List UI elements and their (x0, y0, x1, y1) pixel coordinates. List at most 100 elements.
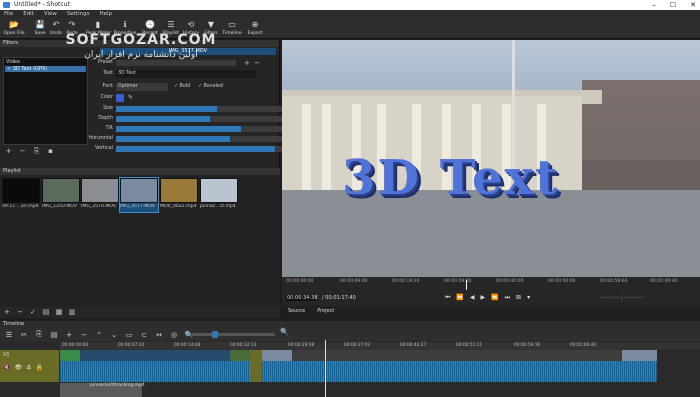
text-label: Text (103, 71, 113, 76)
filter-item-3d-text[interactable]: ✓ 3D Text (GPS) (5, 66, 86, 72)
clip-thumbnail (200, 178, 238, 203)
ruler-tick: 00:00:29:00 (444, 279, 472, 284)
zoom-icon[interactable]: ⊠ (516, 294, 521, 302)
folder-icon: 📂 (9, 20, 19, 29)
color-swatch[interactable] (116, 94, 124, 102)
playlist-item-selected[interactable]: IMG_3577.MOV (119, 177, 159, 213)
zoom-slider-knob[interactable] (212, 331, 218, 338)
skip-previous-icon[interactable]: ⏮ (445, 294, 450, 302)
play-icon[interactable]: ▶ (481, 294, 486, 302)
remove-preset-button[interactable]: − (254, 59, 260, 67)
close-button[interactable]: ✕ (690, 0, 696, 10)
track-header-v1: V1 🔇 👁 ⚓ 🔒 (0, 350, 59, 382)
timeline-playhead[interactable] (325, 340, 326, 397)
player-ruler[interactable]: 00:00:00:00 00:00:09:40 00:00:19:20 00:0… (282, 277, 700, 292)
timeline-menu-icon[interactable]: ☰ (4, 331, 14, 339)
menu-settings[interactable]: Settings (67, 10, 90, 19)
bold-checkbox[interactable]: ✓ Bold (174, 83, 190, 91)
playlist-item[interactable]: 09:11 ...on.mp4 (2, 178, 40, 212)
add-clip-button[interactable]: + (2, 308, 12, 317)
text-input[interactable]: 3D Text (116, 70, 256, 78)
clip-thumbnails (60, 350, 250, 361)
timeline-transition[interactable] (250, 350, 262, 382)
ruler-tick: 00:01:09:40 (650, 279, 678, 284)
beveled-checkbox[interactable]: ✓ Beveled (198, 83, 223, 91)
icons-view-button[interactable]: ▥ (67, 308, 77, 317)
export-icon: ⊕ (251, 20, 259, 29)
skip-next-icon[interactable]: ⏭ (505, 294, 510, 302)
menu-edit[interactable]: Edit (23, 10, 34, 19)
eyedropper-icon[interactable]: ✎ (128, 94, 133, 102)
split-icon[interactable]: ▭ (124, 331, 134, 339)
ruler-tick: 00:00:00:00 (286, 279, 314, 284)
timeline-clip-2[interactable]: pinnacle20tracking.mp4 (60, 383, 145, 397)
zoom-in-icon[interactable]: 🔍 (280, 328, 289, 336)
scene-column (322, 104, 331, 194)
timeline-icon: ▭ (228, 20, 236, 29)
preset-label: Preset (98, 60, 113, 65)
fast-forward-icon[interactable]: ⏩ (491, 294, 498, 302)
playlist-item[interactable]: pinnac...ct.mp4 (200, 178, 238, 212)
volume-icon[interactable]: ▾ (527, 294, 530, 302)
overwrite-icon[interactable]: ⌄ (109, 331, 119, 339)
mute-icon[interactable]: 🔇 (3, 364, 10, 371)
track-controls: 🔇 👁 ⚓ 🔒 (3, 364, 43, 371)
add-filter-button[interactable]: + (3, 147, 14, 156)
tab-source[interactable]: Source (288, 306, 305, 316)
scrub-icon[interactable]: ↔ (154, 331, 164, 339)
tiles-view-button[interactable]: ▦ (54, 308, 64, 317)
tab-project[interactable]: Project (317, 306, 334, 316)
lock-icon[interactable]: 🔒 (36, 364, 43, 371)
color-label: Color (100, 95, 113, 100)
details-view-button[interactable]: ▤ (41, 308, 51, 317)
rewind-icon[interactable]: ⏪ (456, 294, 463, 302)
timeline-tick: 00:00:44:27 (400, 343, 427, 348)
clip-thumbnails (262, 350, 657, 361)
playlist-item[interactable]: IMG_1250.MOV (42, 178, 80, 212)
playlist-item[interactable]: IMG_3570.MOV (81, 178, 119, 212)
menu-view[interactable]: View (44, 10, 57, 19)
font-dropdown[interactable]: Optimer (116, 83, 168, 91)
add-preset-button[interactable]: + (244, 59, 250, 67)
append-icon[interactable]: + (64, 331, 74, 339)
player-playhead[interactable] (466, 280, 467, 290)
deselect-filter-button[interactable]: ▪ (45, 147, 56, 156)
ruler-tick: 00:00:19:20 (392, 279, 420, 284)
watermark: SOFTGOZAR.COM اولین دانشنامه نرم افزار ا… (0, 32, 282, 60)
current-timecode[interactable]: 00:00:34:38 (286, 295, 318, 301)
maximize-button[interactable]: ☐ (670, 0, 676, 10)
eye-icon[interactable]: 👁 (14, 364, 22, 371)
remove-icon[interactable]: − (79, 331, 89, 339)
update-clip-button[interactable]: ✓ (28, 308, 38, 317)
timeline-tick: 00:00:51:51 (456, 343, 483, 348)
video-preview[interactable]: 3D Text (282, 40, 700, 277)
remove-clip-button[interactable]: − (15, 308, 25, 317)
cut-icon[interactable]: ✂ (19, 331, 29, 339)
copy-filter-button[interactable]: ⎘ (31, 147, 42, 156)
lift-icon[interactable]: ⌃ (94, 331, 104, 339)
timeline-tick: 00:00:14:48 (174, 343, 201, 348)
composite-icon[interactable]: ⚓ (26, 364, 31, 371)
timeline-ruler[interactable]: 00:00:00:00 00:00:07:24 00:00:14:48 00:0… (60, 342, 700, 350)
timeline-tick: 00:00:37:02 (344, 343, 371, 348)
snap-icon[interactable]: ⊂ (139, 331, 149, 339)
step-back-icon[interactable]: ◀ (470, 294, 475, 302)
remove-filter-button[interactable]: − (17, 147, 28, 156)
timeline-zoom-slider[interactable] (190, 331, 275, 338)
ripple-icon[interactable]: ◎ (169, 331, 179, 339)
timeline-clip[interactable] (60, 350, 250, 382)
playlist-item[interactable]: MOV_0022.mp4 (160, 178, 198, 212)
menu-file[interactable]: File (4, 10, 13, 19)
timeline-header: Timeline (0, 321, 700, 328)
copy-icon[interactable]: ⎘ (34, 330, 44, 339)
timeline-tick: 00:00:07:24 (118, 343, 145, 348)
minimize-button[interactable]: – (652, 0, 656, 10)
preset-dropdown[interactable] (116, 60, 236, 66)
paste-icon[interactable]: ▤ (49, 331, 59, 339)
timeline-clip-selected[interactable] (262, 350, 657, 382)
menu-help[interactable]: Help (100, 10, 113, 19)
timeline-tick: 00:00:59:16 (514, 343, 541, 348)
timeline-tick: 00:00:00:00 (62, 343, 89, 348)
transport-bar: 00:00:34:38 / 00:01:17:40 ⏮ ⏪ ◀ ▶ ⏩ ⏭ ⊠ … (282, 292, 700, 306)
playlist-buttons: + − ✓ ▤ ▦ ▥ (0, 307, 280, 318)
